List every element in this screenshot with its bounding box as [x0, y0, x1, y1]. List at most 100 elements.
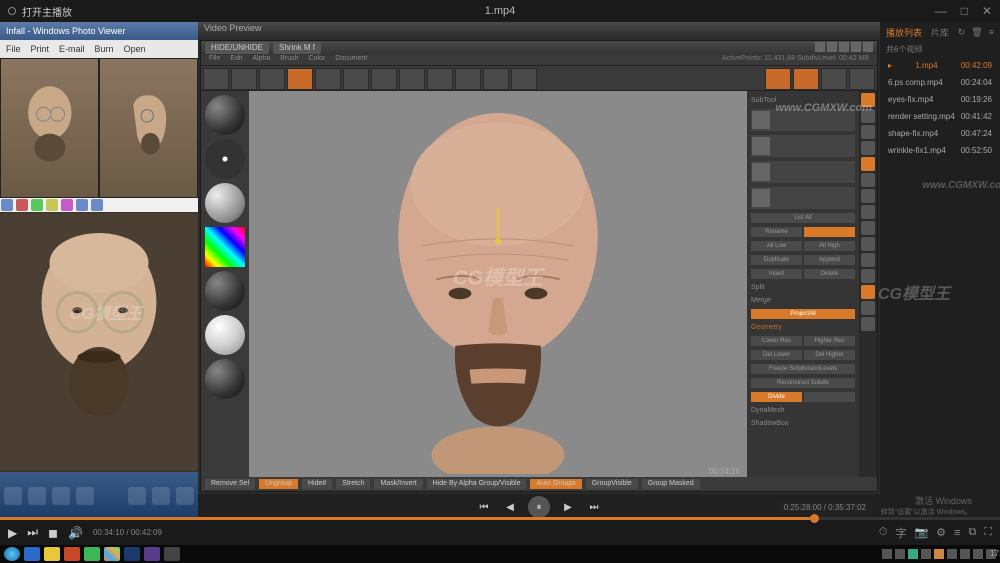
- taskbar-ie[interactable]: [24, 547, 40, 561]
- btn-higher-res[interactable]: Higher Res: [804, 336, 855, 346]
- speed-icon[interactable]: ⏱: [879, 526, 888, 539]
- material-preview-1[interactable]: [205, 271, 245, 311]
- zbrush-shelf[interactable]: [201, 65, 877, 91]
- btn-del-lower[interactable]: Del Lower: [751, 350, 802, 360]
- alpha-preview[interactable]: [205, 183, 245, 223]
- zbrush-right-tray[interactable]: SubTool List All Rename All Low All High: [747, 91, 877, 477]
- btn-rename[interactable]: Rename: [751, 227, 802, 237]
- btn-project[interactable]: ProjectAll: [751, 309, 855, 319]
- zb-btn-1[interactable]: Ungroup: [259, 479, 298, 489]
- playlist-item[interactable]: eyes-fix.mp400:19:26: [880, 91, 1000, 108]
- next-track-icon[interactable]: ⏭: [27, 525, 38, 540]
- subtool-item[interactable]: [751, 161, 855, 183]
- zb-menu-edit[interactable]: Edit: [230, 55, 242, 65]
- menu-print[interactable]: Print: [31, 44, 50, 54]
- taskbar-app[interactable]: [64, 547, 80, 561]
- zb-btn-6[interactable]: Auto Groups: [530, 479, 581, 489]
- close-icon[interactable]: ✕: [982, 4, 992, 18]
- photo-viewer-controls[interactable]: [0, 472, 198, 520]
- lbl-dynamesh[interactable]: DynaMesh: [751, 407, 855, 414]
- lbl-split[interactable]: Split: [751, 284, 855, 291]
- playlist-item[interactable]: render setting.mp400:41:42: [880, 108, 1000, 125]
- btn-divide[interactable]: Divide: [751, 392, 802, 402]
- btn-smt[interactable]: [804, 392, 855, 402]
- menu-open[interactable]: Open: [124, 44, 146, 54]
- menu-burn[interactable]: Burn: [95, 44, 114, 54]
- zbrush-window-controls[interactable]: [815, 42, 873, 54]
- zbrush-canvas[interactable]: CG模型王: [249, 91, 747, 477]
- lbl-geometry[interactable]: Geometry: [751, 324, 855, 331]
- zbrush-right-icons[interactable]: [859, 91, 877, 477]
- color-picker[interactable]: [205, 227, 245, 267]
- taskbar-app[interactable]: [84, 547, 100, 561]
- zb-menu-brush[interactable]: Brush: [280, 55, 298, 65]
- settings-icon[interactable]: ⚙: [936, 526, 946, 539]
- btn-list-all[interactable]: List All: [751, 213, 855, 223]
- taskbar-app[interactable]: [144, 547, 160, 561]
- zb-btn-5[interactable]: Hide By Alpha Group/Visible: [427, 479, 527, 489]
- zbrush-menu[interactable]: File Edit Alpha Brush Color Document Act…: [201, 55, 877, 65]
- taskbar-clock[interactable]: 17:17: [986, 549, 996, 559]
- zb-menu-alpha[interactable]: Alpha: [252, 55, 270, 65]
- menu-icon[interactable]: ≡: [989, 27, 994, 38]
- zbrush-chip-1[interactable]: HIDE/UNHIDE: [205, 42, 269, 54]
- minimize-icon[interactable]: —: [935, 4, 947, 18]
- zb-btn-2[interactable]: Hide#: [302, 479, 332, 489]
- taskbar[interactable]: 17:17: [0, 545, 1000, 563]
- playlist-item[interactable]: shape-fix.mp400:47:24: [880, 125, 1000, 142]
- zb-btn-7[interactable]: GroupVisible: [586, 479, 638, 489]
- brush-preview[interactable]: [205, 95, 245, 135]
- material-preview-2[interactable]: [205, 315, 245, 355]
- play-icon[interactable]: ▶: [8, 526, 17, 540]
- photo-viewer-menu[interactable]: File Print E-mail Burn Open: [0, 40, 198, 58]
- playlist-item[interactable]: wrinkle-fix1.mp400:52:50: [880, 142, 1000, 159]
- progress-bar[interactable]: [0, 517, 1000, 520]
- zb-menu-color[interactable]: Color: [309, 55, 326, 65]
- btn-all-high[interactable]: All High: [804, 241, 855, 251]
- list-icon[interactable]: ≡: [954, 527, 960, 539]
- pause-icon[interactable]: ⏸: [528, 496, 550, 518]
- taskbar-chrome[interactable]: [104, 547, 120, 561]
- btn-freeze[interactable]: Freeze SubdivisionLevels: [751, 364, 855, 374]
- subtool-item[interactable]: [751, 109, 855, 131]
- maximize-icon[interactable]: □: [961, 4, 968, 18]
- btn-reconstruct[interactable]: Reconstruct Subdiv: [751, 378, 855, 388]
- btn-insert[interactable]: Insert: [751, 269, 802, 279]
- fullscreen-icon[interactable]: ⛶: [984, 526, 992, 539]
- rewind-icon[interactable]: ◀: [502, 499, 518, 515]
- btn-all-low[interactable]: All Low: [751, 241, 802, 251]
- lbl-merge[interactable]: Merge: [751, 297, 855, 304]
- zb-btn-8[interactable]: Group Masked: [642, 479, 700, 489]
- forward-icon[interactable]: ▶: [560, 499, 576, 515]
- trash-icon[interactable]: 🗑: [971, 27, 982, 38]
- taskbar-explorer[interactable]: [44, 547, 60, 561]
- taskbar-app[interactable]: [164, 547, 180, 561]
- taskbar-photoshop[interactable]: [124, 547, 140, 561]
- btn-auto[interactable]: [804, 227, 855, 237]
- pip-icon[interactable]: ⧉: [968, 526, 976, 539]
- volume-icon[interactable]: 🔊: [68, 526, 83, 540]
- zbrush-left-tray[interactable]: [201, 91, 249, 477]
- playlist-item[interactable]: 6.ps comp.mp400:24:04: [880, 74, 1000, 91]
- zb-menu-doc[interactable]: Document: [335, 55, 367, 65]
- lbl-shadowbox[interactable]: ShadowBox: [751, 420, 855, 427]
- btn-duplicate[interactable]: Duplicate: [751, 255, 802, 265]
- zb-btn-4[interactable]: Mask/Invert: [374, 479, 422, 489]
- tab-library[interactable]: 片库: [931, 26, 949, 39]
- playlist-item[interactable]: 1.mp400:42:09: [880, 57, 1000, 74]
- zb-menu-file[interactable]: File: [209, 55, 220, 65]
- zb-btn-3[interactable]: Stretch: [336, 479, 370, 489]
- photo-viewer-toolbar[interactable]: [0, 198, 198, 212]
- subtool-header[interactable]: SubTool: [751, 97, 855, 104]
- btn-lower-res[interactable]: Lower Res: [751, 336, 802, 346]
- zb-btn-0[interactable]: Remove Sel: [205, 479, 255, 489]
- zbrush-bottom-bar[interactable]: Remove Sel Ungroup Hide# Stretch Mask/In…: [201, 477, 877, 491]
- menu-email[interactable]: E-mail: [59, 44, 85, 54]
- stop-icon[interactable]: ◼: [48, 526, 58, 540]
- start-button[interactable]: [4, 547, 20, 561]
- loop-icon[interactable]: ↻: [958, 27, 966, 38]
- tab-playlist[interactable]: 播放列表: [886, 26, 922, 39]
- snapshot-icon[interactable]: 📷: [914, 526, 928, 539]
- subtitle-icon[interactable]: 字: [895, 525, 906, 541]
- system-tray[interactable]: 17:17: [882, 549, 996, 559]
